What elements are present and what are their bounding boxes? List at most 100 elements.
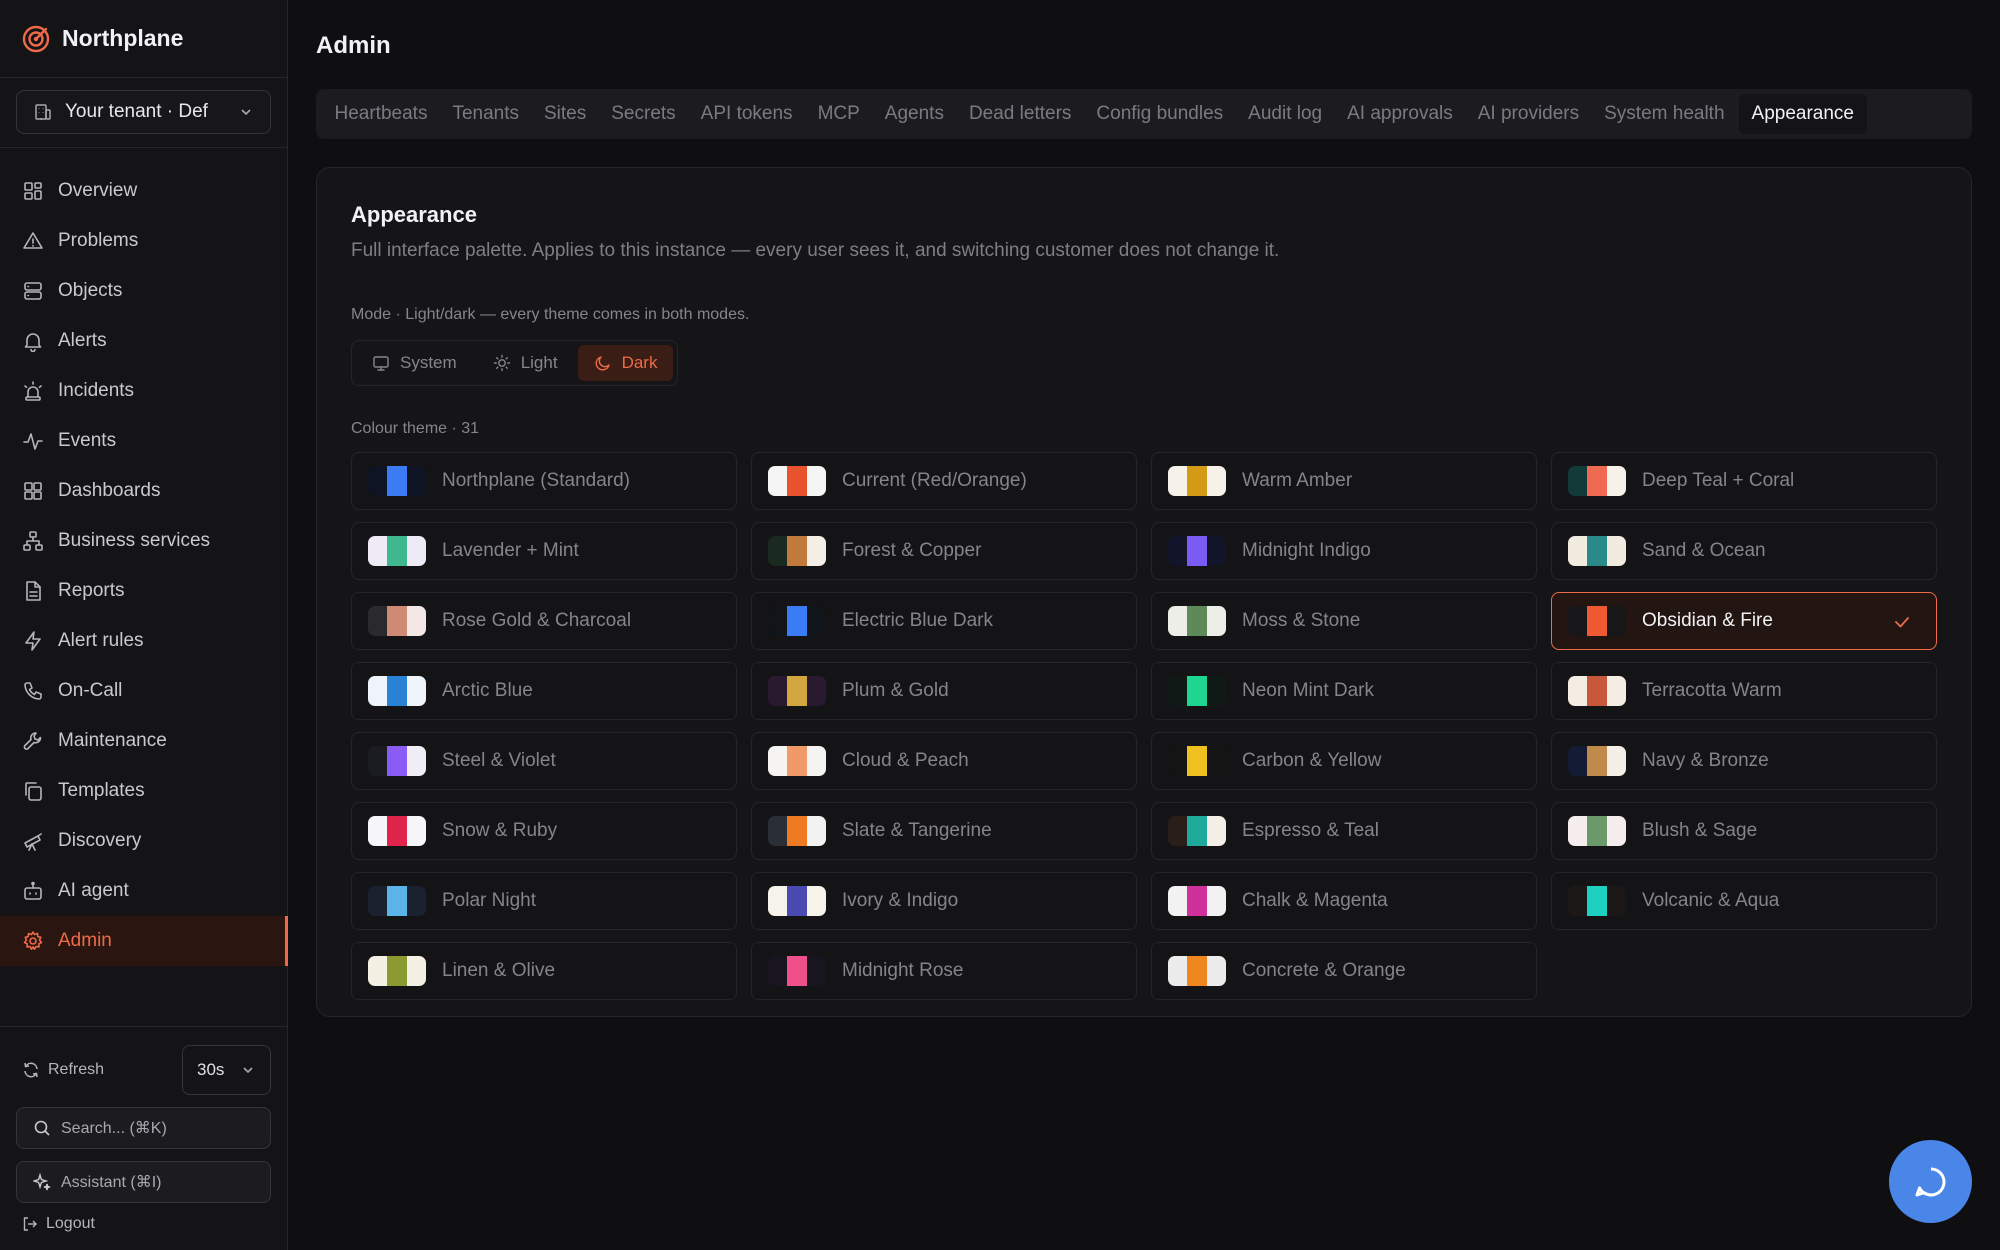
theme-option-carbon-yellow[interactable]: Carbon & Yellow (1151, 732, 1537, 790)
theme-name: Polar Night (442, 890, 536, 911)
warning-icon (23, 232, 43, 249)
sidebar-item-objects[interactable]: Objects (0, 266, 287, 316)
theme-option-linen-olive[interactable]: Linen & Olive (351, 942, 737, 1000)
theme-name: Cloud & Peach (842, 750, 969, 771)
theme-option-moss-stone[interactable]: Moss & Stone (1151, 592, 1537, 650)
mode-dark-button[interactable]: Dark (577, 345, 674, 381)
theme-option-northplane-standard[interactable]: Northplane (Standard) (351, 452, 737, 510)
telescope-icon (24, 833, 42, 851)
sidebar-item-incidents[interactable]: Incidents (0, 366, 287, 416)
sidebar-item-business-services[interactable]: Business services (0, 516, 287, 566)
tab-sites[interactable]: Sites (532, 94, 599, 134)
sidebar-item-reports[interactable]: Reports (0, 566, 287, 616)
theme-option-volcanic-aqua[interactable]: Volcanic & Aqua (1551, 872, 1937, 930)
tab-ai-approvals[interactable]: AI approvals (1335, 94, 1466, 134)
tab-appearance[interactable]: Appearance (1739, 94, 1867, 134)
sidebar-item-overview[interactable]: Overview (0, 166, 287, 216)
theme-option-plum-gold[interactable]: Plum & Gold (751, 662, 1137, 720)
theme-option-ivory-indigo[interactable]: Ivory & Indigo (751, 872, 1137, 930)
brand[interactable]: Northplane (0, 0, 287, 78)
theme-option-obsidian-fire[interactable]: Obsidian & Fire (1551, 592, 1937, 650)
logout-button[interactable]: Logout (16, 1215, 271, 1233)
theme-swatch (1168, 886, 1226, 916)
sidebar-item-on-call[interactable]: On-Call (0, 666, 287, 716)
theme-option-lavender-mint[interactable]: Lavender + Mint (351, 522, 737, 580)
sidebar-item-admin[interactable]: Admin (0, 916, 288, 966)
assistant-label: Assistant (⌘I) (61, 1174, 162, 1191)
tab-tenants[interactable]: Tenants (440, 94, 532, 134)
mode-label: Dark (621, 353, 658, 372)
sidebar-item-events[interactable]: Events (0, 416, 287, 466)
theme-swatch (1168, 676, 1226, 706)
chat-button[interactable] (1889, 1140, 1972, 1223)
theme-option-navy-bronze[interactable]: Navy & Bronze (1551, 732, 1937, 790)
sidebar-item-problems[interactable]: Problems (0, 216, 287, 266)
refresh-button[interactable]: Refresh (16, 1061, 104, 1079)
copy-icon (25, 782, 42, 801)
activity-icon (23, 433, 43, 450)
sidebar-item-ai-agent[interactable]: AI agent (0, 866, 287, 916)
theme-option-current-red-orange[interactable]: Current (Red/Orange) (751, 452, 1137, 510)
theme-swatch (368, 606, 426, 636)
theme-option-forest-copper[interactable]: Forest & Copper (751, 522, 1137, 580)
theme-option-warm-amber[interactable]: Warm Amber (1151, 452, 1537, 510)
theme-option-arctic-blue[interactable]: Arctic Blue (351, 662, 737, 720)
theme-option-polar-night[interactable]: Polar Night (351, 872, 737, 930)
tab-system-health[interactable]: System health (1592, 94, 1737, 134)
theme-option-midnight-indigo[interactable]: Midnight Indigo (1151, 522, 1537, 580)
tab-secrets[interactable]: Secrets (599, 94, 688, 134)
tab-heartbeats[interactable]: Heartbeats (322, 94, 440, 134)
sidebar-item-label: Business services (58, 530, 211, 551)
tab-agents[interactable]: Agents (872, 94, 956, 134)
theme-option-blush-sage[interactable]: Blush & Sage (1551, 802, 1937, 860)
theme-name: Sand & Ocean (1642, 540, 1766, 561)
sidebar-item-discovery[interactable]: Discovery (0, 816, 287, 866)
tab-dead-letters[interactable]: Dead letters (956, 94, 1083, 134)
refresh-interval-select[interactable]: 30s (182, 1045, 271, 1095)
theme-option-cloud-peach[interactable]: Cloud & Peach (751, 732, 1137, 790)
theme-name: Carbon & Yellow (1242, 750, 1382, 771)
chevron-down-icon (243, 1067, 253, 1074)
bell-icon (24, 333, 42, 352)
theme-option-steel-violet[interactable]: Steel & Violet (351, 732, 737, 790)
theme-option-midnight-rose[interactable]: Midnight Rose (751, 942, 1137, 1000)
refresh-label: Refresh (48, 1061, 105, 1078)
tab-config-bundles[interactable]: Config bundles (1084, 94, 1236, 134)
theme-name: Neon Mint Dark (1242, 680, 1374, 701)
theme-name: Espresso & Teal (1242, 820, 1379, 841)
theme-option-rose-gold-charcoal[interactable]: Rose Gold & Charcoal (351, 592, 737, 650)
tab-audit-log[interactable]: Audit log (1236, 94, 1335, 134)
sidebar-item-maintenance[interactable]: Maintenance (0, 716, 287, 766)
sidebar-item-label: Alerts (58, 330, 107, 351)
tab-api-tokens[interactable]: API tokens (688, 94, 805, 134)
theme-option-terracotta-warm[interactable]: Terracotta Warm (1551, 662, 1937, 720)
theme-option-sand-ocean[interactable]: Sand & Ocean (1551, 522, 1937, 580)
theme-option-chalk-magenta[interactable]: Chalk & Magenta (1151, 872, 1537, 930)
sidebar-item-alerts[interactable]: Alerts (0, 316, 287, 366)
tab-mcp[interactable]: MCP (805, 94, 872, 134)
tab-ai-providers[interactable]: AI providers (1465, 94, 1591, 134)
theme-option-concrete-orange[interactable]: Concrete & Orange (1151, 942, 1537, 1000)
chat-bubble-icon (1915, 1166, 1946, 1196)
theme-option-slate-tangerine[interactable]: Slate & Tangerine (751, 802, 1137, 860)
theme-swatch (368, 956, 426, 986)
search-button[interactable]: Search... (⌘K) (16, 1107, 271, 1149)
theme-option-snow-ruby[interactable]: Snow & Ruby (351, 802, 737, 860)
sidebar-item-label: Objects (58, 280, 123, 301)
mode-light-button[interactable]: Light (477, 345, 574, 381)
main-content: Admin Heartbeats Tenants Sites Secrets API t… (316, 0, 1972, 1017)
theme-option-espresso-teal[interactable]: Espresso & Teal (1151, 802, 1537, 860)
logout-label: Logout (46, 1215, 95, 1232)
theme-option-deep-teal-coral[interactable]: Deep Teal + Coral (1551, 452, 1937, 510)
mode-system-button[interactable]: System (356, 345, 473, 381)
page-title: Admin (316, 32, 391, 59)
theme-swatch (768, 886, 826, 916)
sidebar-item-alert-rules[interactable]: Alert rules (0, 616, 287, 666)
assistant-button[interactable]: Assistant (⌘I) (16, 1161, 271, 1203)
sidebar-item-dashboards[interactable]: Dashboards (0, 466, 287, 516)
theme-option-electric-blue-dark[interactable]: Electric Blue Dark (751, 592, 1137, 650)
sidebar-item-templates[interactable]: Templates (0, 766, 287, 816)
theme-option-neon-mint-dark[interactable]: Neon Mint Dark (1151, 662, 1537, 720)
tenant-selector[interactable]: Your tenant · Def (16, 90, 271, 134)
sidebar-item-label: Incidents (58, 380, 135, 401)
